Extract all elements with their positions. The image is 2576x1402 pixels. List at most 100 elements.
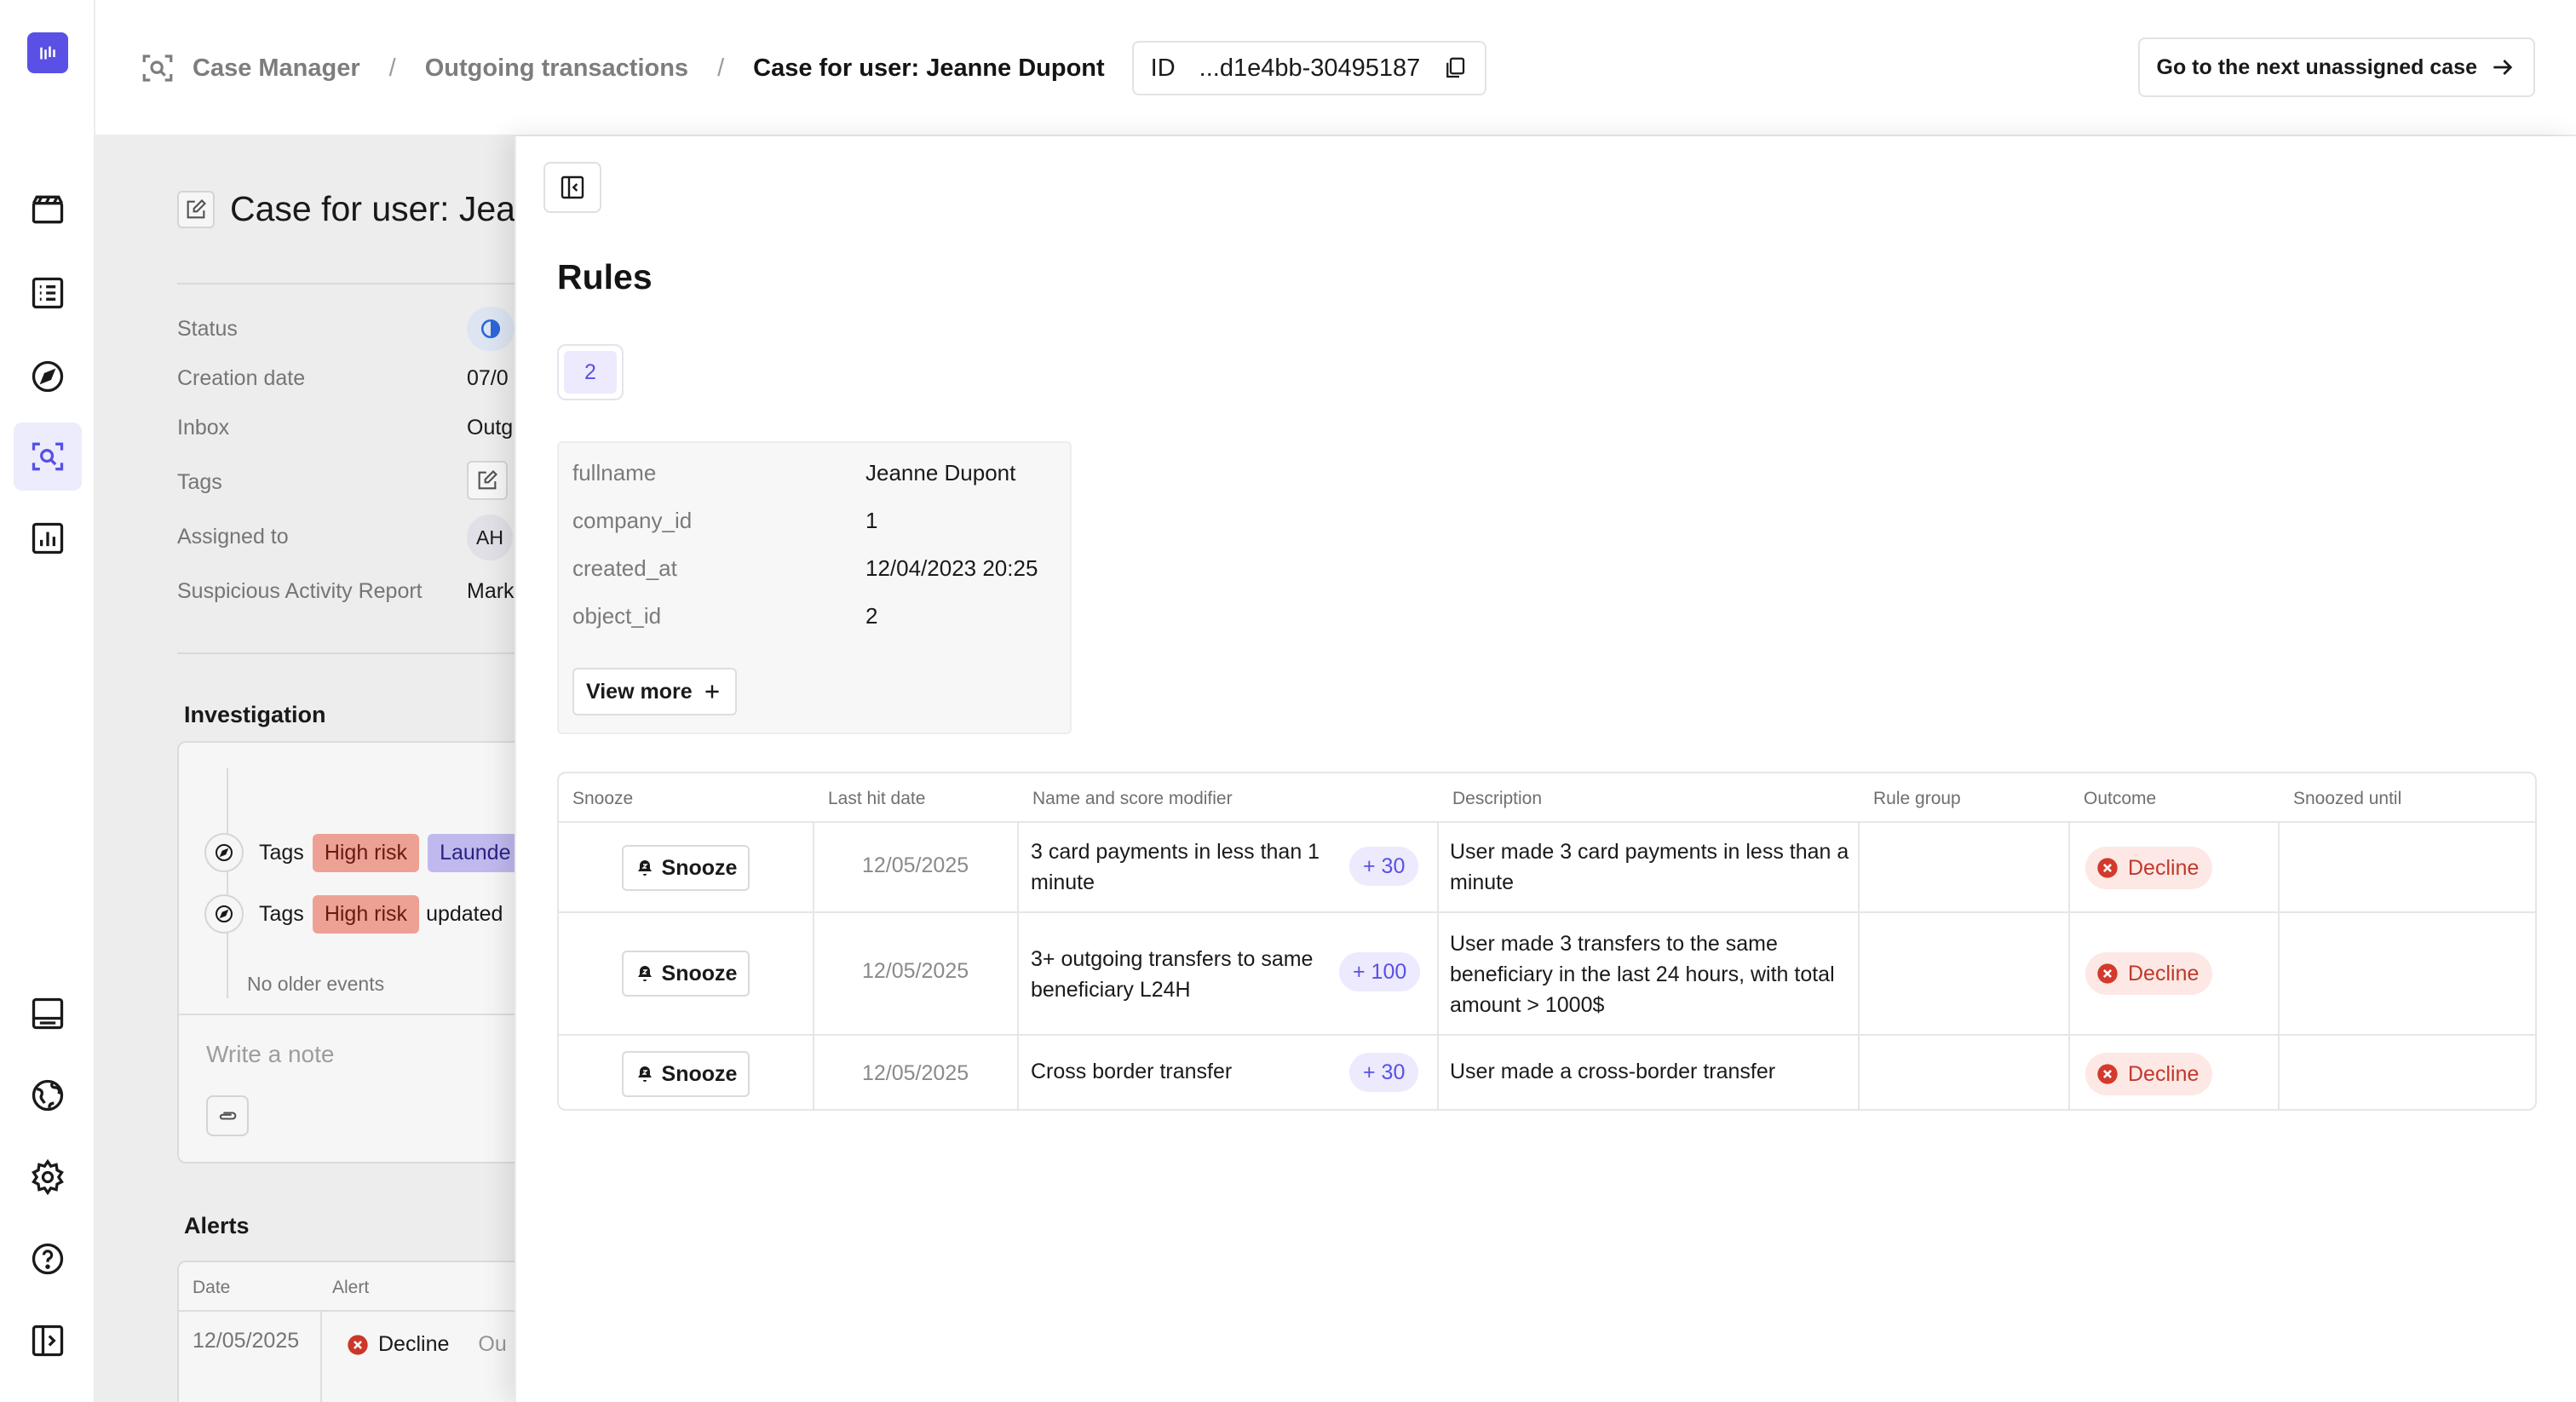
column-description: Description [1452, 789, 1543, 808]
edit-tags-button[interactable] [467, 461, 508, 500]
alert-extra: Ou [478, 1332, 507, 1356]
nav-panel-bottom-icon[interactable] [14, 980, 82, 1048]
rules-table-header: Snooze Last hit date Name and score modi… [559, 773, 2535, 823]
inbox-value[interactable]: Outg [467, 416, 513, 440]
breadcrumb-case-manager[interactable]: Case Manager [193, 55, 360, 83]
rule-name[interactable]: Cross border transfer [1031, 1056, 1346, 1087]
field-value: Jeanne Dupont [865, 460, 1016, 486]
nav-expand-sidebar-icon[interactable] [14, 1307, 82, 1375]
arrow-right-icon [2493, 60, 2513, 75]
avatar-initials: AH [476, 526, 503, 549]
score-modifier: + 100 [1339, 952, 1421, 991]
case-title: Case for user: Jeanne Dupont [177, 189, 516, 229]
case-detail-page: Case for user: Jeanne Dupont Status Crea… [95, 136, 516, 1402]
decline-icon [2097, 1064, 2118, 1084]
timeline-event: Tags High risk Launde [204, 833, 516, 872]
snooze-button[interactable]: Snooze [622, 951, 750, 997]
investigation-card: Tags High risk Launde Tags High risk upd… [177, 741, 516, 1164]
edit-title-button[interactable] [177, 190, 215, 228]
field-key: object_id [572, 603, 662, 629]
event-label: Tags [259, 901, 304, 926]
rule-name[interactable]: 3+ outgoing transfers to same beneficiar… [1031, 944, 1346, 1005]
status-badge[interactable] [467, 307, 515, 351]
assigned-to-label: Assigned to [177, 525, 289, 549]
outcome-badge: Decline [2085, 1053, 2213, 1095]
breadcrumb-separator: / [717, 54, 725, 82]
snooze-button[interactable]: Snooze [622, 1051, 750, 1097]
creation-date-label: Creation date [177, 366, 306, 390]
attach-file-button[interactable] [206, 1095, 249, 1136]
field-value: 12/04/2023 20:25 [865, 555, 1038, 581]
copy-icon[interactable] [1442, 55, 1468, 81]
note-input[interactable]: Write a note [206, 1041, 334, 1068]
bell-snooze-icon [637, 860, 652, 876]
case-id-label: ID [1150, 54, 1176, 82]
rules-count: 2 [584, 359, 596, 384]
case-title-text: Case for user: Jeanne Dupont [230, 189, 516, 228]
avatar[interactable]: AH [467, 514, 513, 560]
rules-panel: Rules 2 fullname Jeanne Dupont company_i… [515, 136, 2576, 1402]
tag-laundering: Launde [428, 833, 516, 872]
column-rule-group: Rule group [1873, 789, 1961, 808]
column-divider [320, 1312, 322, 1402]
paperclip-icon [219, 1112, 237, 1120]
sar-value[interactable]: Mark [467, 579, 515, 604]
nav-list-icon[interactable] [14, 259, 82, 327]
status-label: Status [177, 317, 238, 341]
timeline-line [227, 768, 228, 998]
nav-help-icon[interactable] [14, 1225, 82, 1293]
snooze-label: Snooze [661, 1061, 738, 1086]
inbox-label: Inbox [177, 416, 230, 440]
nav-analytics-icon[interactable] [14, 504, 82, 572]
snooze-button[interactable]: Snooze [622, 845, 750, 891]
column-last-hit-date: Last hit date [828, 789, 926, 808]
no-older-events: No older events [247, 973, 385, 995]
rule-description: User made 3 card payments in less than a… [1450, 840, 1849, 894]
logo-mark-icon [40, 46, 55, 60]
case-id-value: ...d1e4bb-30495187 [1199, 54, 1421, 82]
outcome-label: Decline [2128, 961, 2199, 985]
divider [179, 1014, 516, 1015]
column-alert: Alert [332, 1278, 370, 1297]
breadcrumb-outgoing-transactions[interactable]: Outgoing transactions [425, 55, 688, 83]
app-logo[interactable] [27, 32, 68, 73]
score-modifier: + 30 [1349, 847, 1419, 886]
nav-compass-icon[interactable] [14, 342, 82, 411]
table-row: Snooze 12/05/2025 Cross border transfer … [559, 1037, 2535, 1109]
panel-collapse-icon [561, 175, 584, 199]
rule-description: User made 3 transfers to the same benefi… [1450, 932, 1835, 1017]
column-outcome: Outcome [2084, 789, 2157, 808]
tags-label: Tags [177, 470, 222, 494]
sar-label: Suspicious Activity Report [177, 579, 423, 603]
event-suffix: updated [426, 901, 503, 926]
divider [177, 652, 516, 654]
next-unassigned-case-label: Go to the next unassigned case [2156, 55, 2477, 79]
breadcrumb-separator: / [388, 54, 396, 82]
rule-description: User made a cross-border transfer [1450, 1060, 1776, 1083]
last-hit-date: 12/05/2025 [862, 853, 969, 877]
rule-name[interactable]: 3 card payments in less than 1 minute [1031, 836, 1346, 898]
view-more-button[interactable]: View more [572, 668, 737, 715]
half-circle-status-icon [480, 319, 501, 339]
nav-clapperboard-icon[interactable] [14, 175, 82, 244]
snooze-label: Snooze [661, 855, 738, 880]
rules-count-tab[interactable]: 2 [557, 344, 624, 400]
alerts-heading: Alerts [184, 1213, 250, 1238]
next-unassigned-case-button[interactable]: Go to the next unassigned case [2137, 37, 2535, 97]
table-row: Snooze 12/05/2025 3+ outgoing transfers … [559, 915, 2535, 1036]
decline-icon [2097, 858, 2118, 878]
case-manager-icon [142, 55, 173, 82]
collapse-panel-button[interactable] [543, 162, 601, 213]
divider [177, 283, 516, 284]
nav-globe-icon[interactable] [14, 1061, 82, 1129]
alert-outcome[interactable]: Decline Ou [346, 1332, 507, 1357]
tag-high-risk: High risk [312, 833, 420, 872]
compass-icon [204, 833, 244, 872]
plus-icon [705, 685, 719, 698]
nav-case-search-icon[interactable] [14, 422, 82, 491]
nav-settings-icon[interactable] [14, 1143, 82, 1211]
snooze-label: Snooze [661, 961, 738, 985]
panel-title: Rules [557, 257, 653, 296]
tag-high-risk: High risk [312, 894, 420, 934]
field-value: 1 [865, 508, 878, 533]
